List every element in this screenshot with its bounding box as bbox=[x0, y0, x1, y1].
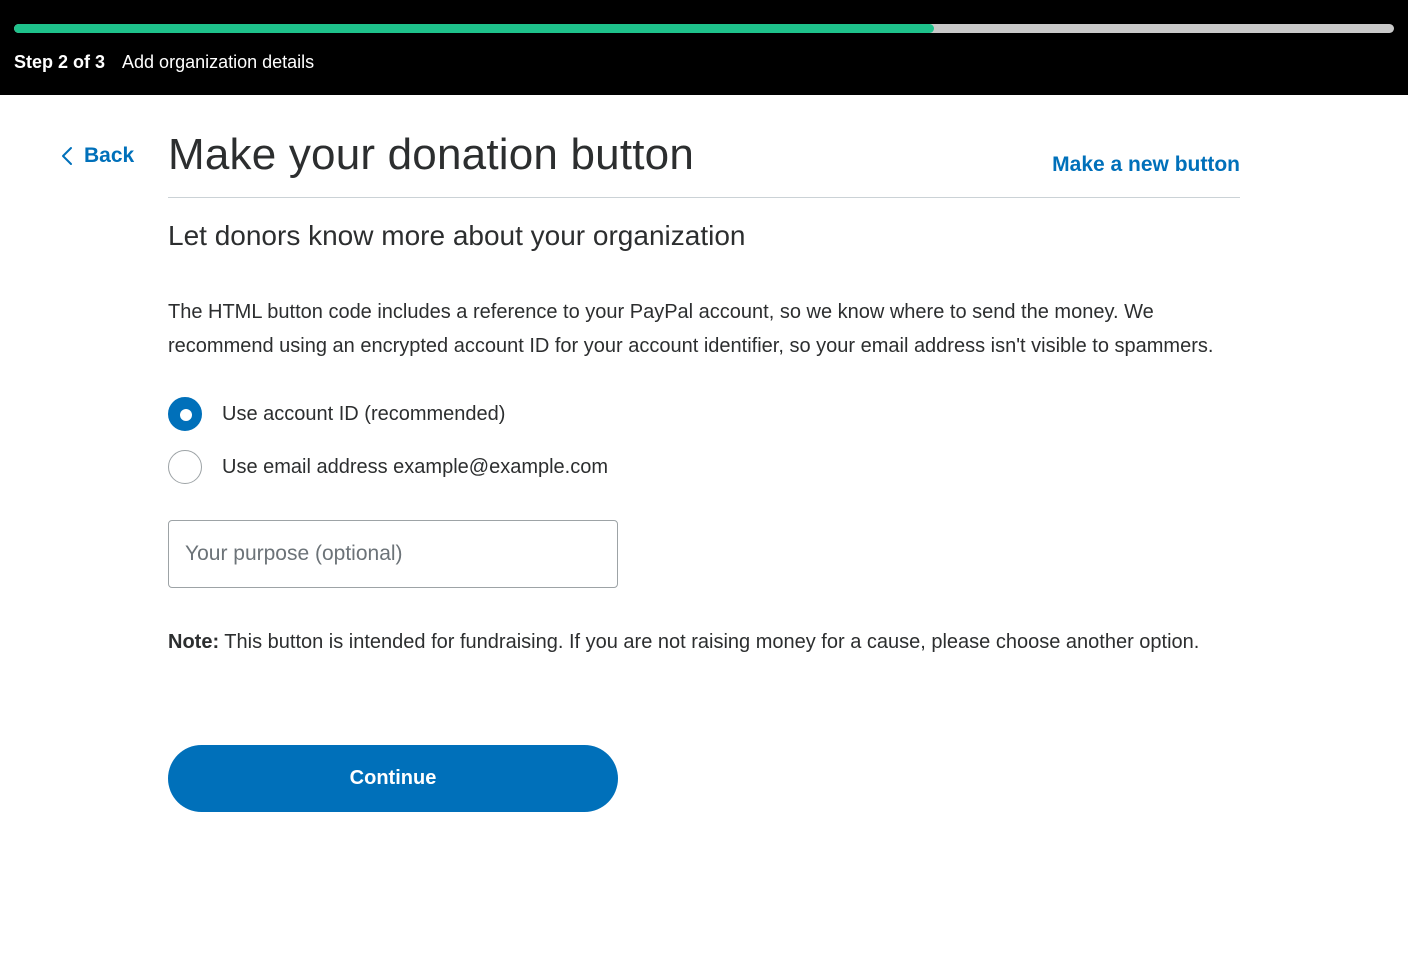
chevron-left-icon bbox=[62, 147, 72, 165]
option-account-id[interactable]: Use account ID (recommended) bbox=[168, 397, 505, 431]
progress-bar-fill bbox=[14, 24, 935, 33]
continue-button[interactable]: Continue bbox=[168, 745, 618, 812]
page-title: Make your donation button bbox=[168, 130, 695, 179]
account-description: The HTML button code includes a referenc… bbox=[168, 301, 1214, 357]
radio-account-id[interactable] bbox=[168, 397, 202, 431]
back-link[interactable]: Back bbox=[60, 144, 134, 168]
option-email-address[interactable]: Use email address example@example.com bbox=[168, 450, 608, 484]
progress-header: Step 2 of 3 Add organization details bbox=[0, 0, 1408, 95]
note-text: This button is intended for fundraising.… bbox=[219, 631, 1200, 653]
option-email-address-label: Use email address example@example.com bbox=[222, 455, 609, 478]
step-indicator: Step 2 of 3 Add organization details bbox=[14, 52, 314, 73]
progress-bar bbox=[14, 24, 1394, 33]
radio-email-address[interactable] bbox=[168, 450, 202, 484]
step-count: Step 2 of 3 bbox=[14, 52, 106, 72]
purpose-input[interactable] bbox=[168, 520, 618, 588]
step-title: Add organization details bbox=[122, 52, 315, 72]
fundraising-note: Note: This button is intended for fundra… bbox=[168, 626, 1240, 660]
note-label: Note: bbox=[168, 631, 220, 653]
back-link-label: Back bbox=[84, 144, 135, 167]
title-divider bbox=[168, 197, 1240, 198]
section-subtitle: Let donors know more about your organiza… bbox=[168, 220, 746, 251]
make-new-button-link[interactable]: Make a new button bbox=[1052, 153, 1240, 177]
option-account-id-label: Use account ID (recommended) bbox=[222, 402, 506, 425]
